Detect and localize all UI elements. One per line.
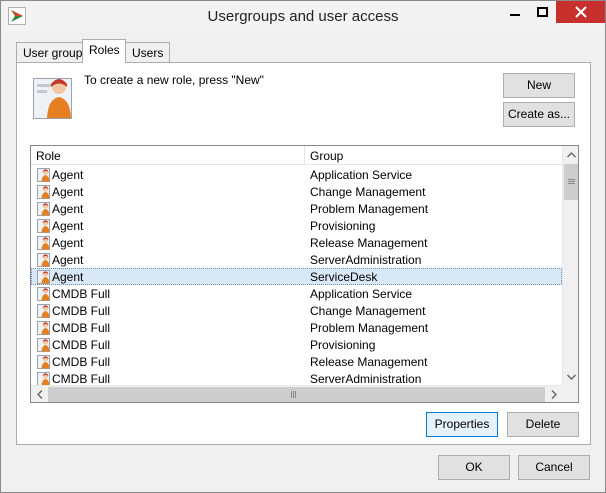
minimize-icon: [510, 14, 520, 16]
row-role: Agent: [52, 202, 84, 216]
role-icon: [37, 303, 51, 318]
role-icon: [37, 371, 51, 386]
table-row[interactable]: Agent Provisioning: [31, 217, 562, 234]
row-role: Agent: [52, 185, 84, 199]
ok-button[interactable]: OK: [438, 455, 510, 480]
vertical-scroll-thumb[interactable]: [564, 164, 578, 200]
create-as-button[interactable]: Create as...: [503, 102, 575, 127]
row-group: Provisioning: [310, 219, 376, 233]
row-role: CMDB Full: [52, 304, 111, 318]
chevron-down-icon: [567, 374, 576, 380]
row-group: Release Management: [310, 355, 428, 369]
row-group: Change Management: [310, 304, 426, 318]
row-role: Agent: [52, 236, 84, 250]
row-role: Agent: [52, 253, 84, 267]
row-role: CMDB Full: [52, 287, 111, 301]
vertical-scrollbar[interactable]: [562, 146, 578, 385]
maximize-icon: [536, 7, 548, 17]
row-group: Problem Management: [310, 321, 429, 335]
role-icon: [37, 235, 51, 250]
role-icon: [37, 337, 51, 352]
row-group: ServiceDesk: [310, 270, 378, 284]
new-role-hint: To create a new role, press "New": [84, 73, 264, 87]
dialog-window: Usergroups and user access User group Ro…: [0, 0, 606, 493]
row-role: CMDB Full: [52, 338, 111, 352]
role-icon: [37, 252, 51, 267]
role-icon: [37, 167, 51, 182]
row-role: Agent: [52, 219, 84, 233]
roles-list[interactable]: Role Group Agent Application Service Agent…: [30, 145, 579, 403]
list-body: Agent Application Service Agent Change Mana…: [31, 166, 562, 387]
row-group: ServerAdministration: [310, 372, 422, 386]
table-row[interactable]: Agent Application Service: [31, 166, 562, 183]
tab-users[interactable]: Users: [125, 42, 170, 62]
row-group: Application Service: [310, 287, 413, 301]
minimize-button[interactable]: [500, 1, 530, 23]
close-icon: [574, 6, 587, 18]
table-row[interactable]: Agent Change Management: [31, 183, 562, 200]
table-row[interactable]: CMDB Full Change Management: [31, 302, 562, 319]
scroll-right-button[interactable]: [545, 386, 562, 402]
row-role: CMDB Full: [52, 355, 111, 369]
scroll-left-button[interactable]: [31, 386, 48, 402]
table-row[interactable]: Agent Problem Management: [31, 200, 562, 217]
role-icon: [37, 320, 51, 335]
title-bar[interactable]: Usergroups and user access: [1, 1, 605, 31]
scroll-down-button[interactable]: [563, 368, 578, 385]
role-icon: [37, 218, 51, 233]
table-row[interactable]: CMDB Full Application Service: [31, 285, 562, 302]
tab-user-group[interactable]: User group: [16, 42, 83, 62]
chevron-left-icon: [36, 390, 42, 399]
maximize-button[interactable]: [527, 1, 557, 23]
role-icon: [37, 354, 51, 369]
row-group: Change Management: [310, 185, 426, 199]
delete-button[interactable]: Delete: [507, 412, 579, 437]
table-row[interactable]: Agent ServiceDesk: [31, 268, 562, 285]
table-row[interactable]: CMDB Full Provisioning: [31, 336, 562, 353]
close-button[interactable]: [556, 1, 605, 23]
roles-tab-panel: To create a new role, press "New" New Cr…: [16, 62, 591, 445]
tab-roles[interactable]: Roles: [82, 39, 126, 63]
role-avatar-icon: [33, 74, 73, 120]
scroll-corner: [562, 385, 578, 402]
role-icon: [37, 184, 51, 199]
row-role: Agent: [52, 270, 84, 284]
row-role: CMDB Full: [52, 372, 111, 386]
row-group: Release Management: [310, 236, 428, 250]
row-role: Agent: [52, 168, 84, 182]
row-role: CMDB Full: [52, 321, 111, 335]
table-row[interactable]: CMDB Full Problem Management: [31, 319, 562, 336]
role-icon: [37, 286, 51, 301]
role-icon: [37, 269, 51, 284]
horizontal-scrollbar[interactable]: [31, 385, 562, 402]
table-row[interactable]: CMDB Full Release Management: [31, 353, 562, 370]
table-row[interactable]: Agent Release Management: [31, 234, 562, 251]
new-button[interactable]: New: [503, 73, 575, 98]
column-header-role[interactable]: Role: [31, 146, 305, 165]
row-group: Provisioning: [310, 338, 376, 352]
row-group: Application Service: [310, 168, 413, 182]
chevron-right-icon: [551, 390, 557, 399]
scroll-up-button[interactable]: [563, 146, 578, 163]
table-row[interactable]: Agent ServerAdministration: [31, 251, 562, 268]
row-group: Problem Management: [310, 202, 429, 216]
column-header-group[interactable]: Group: [305, 146, 562, 165]
horizontal-scroll-thumb[interactable]: [48, 387, 545, 402]
cancel-button[interactable]: Cancel: [518, 455, 590, 480]
row-group: ServerAdministration: [310, 253, 422, 267]
properties-button[interactable]: Properties: [426, 412, 498, 437]
role-icon: [37, 201, 51, 216]
list-header: Role Group: [31, 146, 562, 165]
chevron-up-icon: [567, 151, 576, 157]
